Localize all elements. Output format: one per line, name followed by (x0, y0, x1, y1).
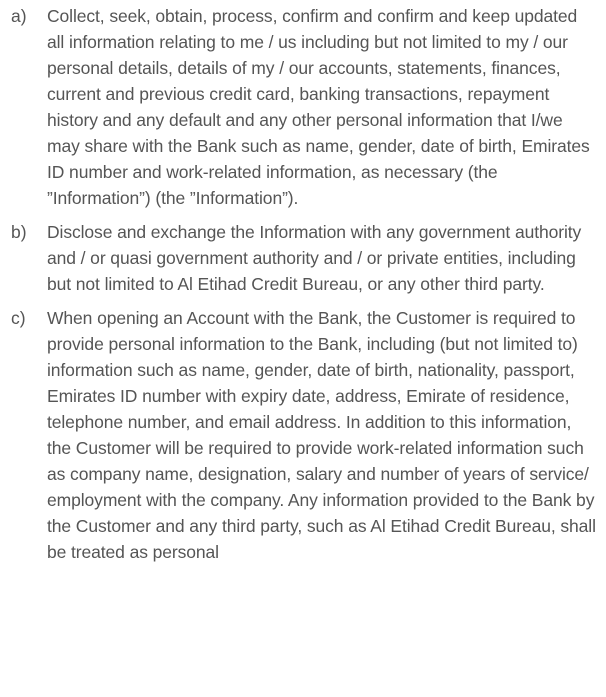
terms-document: a) Collect, seek, obtain, process, confi… (0, 0, 606, 697)
clause-marker: b) (11, 222, 27, 242)
clause-text: Collect, seek, obtain, process, confirm … (47, 6, 590, 208)
clause-a: a) Collect, seek, obtain, process, confi… (0, 3, 606, 211)
clause-marker: a) (11, 6, 27, 26)
clause-c: c) When opening an Account with the Bank… (0, 305, 606, 565)
clause-marker: c) (11, 308, 26, 328)
clause-text: When opening an Account with the Bank, t… (47, 308, 596, 562)
clause-b: b) Disclose and exchange the Information… (0, 219, 606, 297)
clause-list: a) Collect, seek, obtain, process, confi… (0, 3, 606, 573)
clause-text: Disclose and exchange the Information wi… (47, 222, 582, 294)
